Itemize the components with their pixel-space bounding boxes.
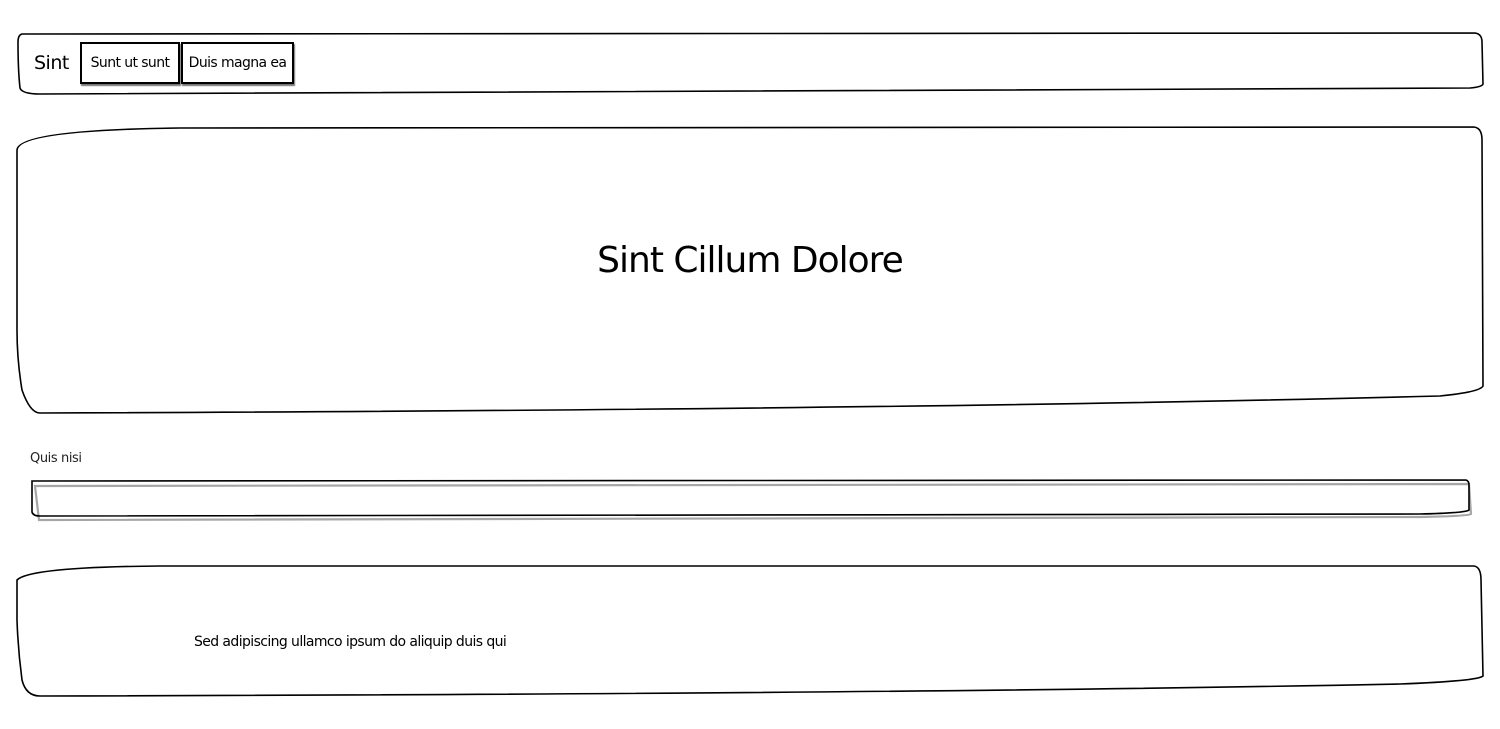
- hero-title: Sint Cillum Dolore: [597, 240, 904, 281]
- frame-outlines: [16, 32, 1484, 697]
- sketch-frames: [0, 0, 1500, 729]
- navbar: Sint Sunt ut sunt Duis magna ea: [18, 34, 1482, 94]
- footer-text: Sed adipiscing ullamco ipsum do aliquip …: [194, 634, 507, 650]
- field-label: Quis nisi: [30, 451, 82, 466]
- nav-button-sunt-ut-sunt[interactable]: Sunt ut sunt: [80, 42, 180, 84]
- footer-outline: [16, 565, 1484, 697]
- text-input-field[interactable]: [34, 483, 1464, 513]
- nav-button-duis-magna-ea[interactable]: Duis magna ea: [181, 42, 294, 84]
- brand-logo-text[interactable]: Sint: [34, 52, 69, 74]
